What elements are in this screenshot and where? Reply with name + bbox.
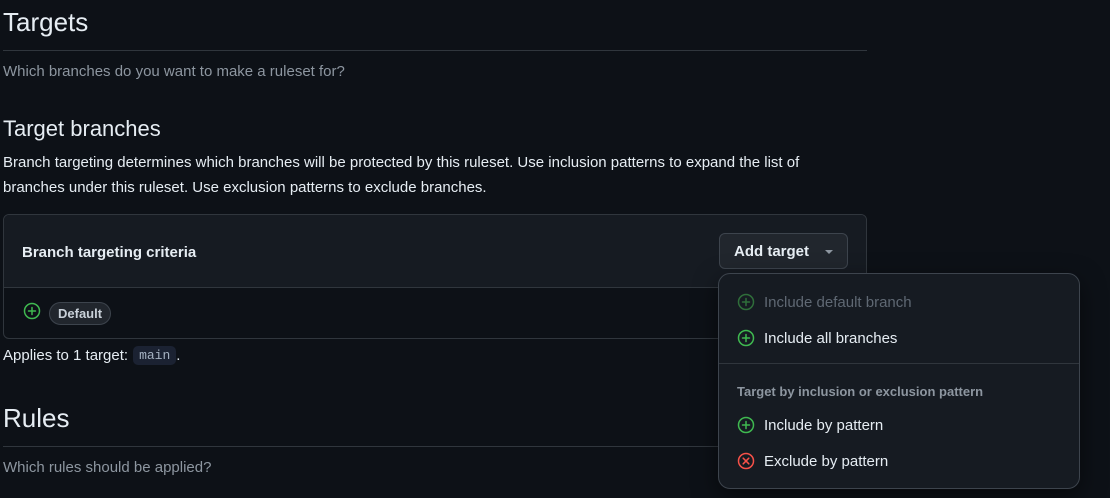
add-target-button[interactable]: Add target: [719, 233, 848, 269]
criteria-title: Branch targeting criteria: [22, 244, 197, 261]
menu-item-include-all-branches[interactable]: Include all branches: [719, 321, 1079, 355]
menu-item-include-default-branch: Include default branch: [719, 285, 1079, 319]
menu-item-label: Include by pattern: [764, 416, 884, 434]
targets-description: Which branches do you want to make a rul…: [3, 63, 345, 80]
targets-heading: Targets: [3, 7, 89, 37]
menu-item-label: Exclude by pattern: [764, 452, 889, 470]
default-badge: Default: [49, 302, 112, 325]
add-target-label: Add target: [734, 242, 809, 260]
menu-item-label: Include default branch: [764, 293, 912, 311]
plus-circle-icon: [737, 293, 755, 311]
target-branches-description: Branch targeting determines which branch…: [3, 154, 800, 196]
rules-heading: Rules: [3, 403, 70, 433]
plus-circle-icon: [23, 302, 41, 320]
branch-code: main: [133, 346, 177, 365]
target-branches-heading: Target branches: [3, 116, 161, 141]
menu-divider: [719, 363, 1079, 364]
menu-group-label: Target by inclusion or exclusion pattern: [737, 384, 984, 399]
rules-description: Which rules should be applied?: [3, 459, 212, 476]
applies-text: Applies to 1 target:: [3, 347, 129, 364]
applies-suffix: .: [176, 347, 181, 364]
caret-down-icon: [825, 250, 833, 254]
plus-circle-icon: [737, 329, 755, 347]
add-target-dropdown-menu: Include default branch Include all branc…: [718, 273, 1080, 489]
targets-divider: [3, 50, 867, 51]
menu-item-exclude-by-pattern[interactable]: Exclude by pattern: [719, 444, 1079, 478]
menu-item-include-by-pattern[interactable]: Include by pattern: [719, 408, 1079, 442]
x-circle-icon: [737, 452, 755, 470]
menu-item-label: Include all branches: [764, 329, 898, 347]
plus-circle-icon: [737, 416, 755, 434]
ruleset-page: Targets Which branches do you want to ma…: [0, 0, 1110, 498]
applies-to-summary: Applies to 1 target: main .: [3, 346, 180, 365]
